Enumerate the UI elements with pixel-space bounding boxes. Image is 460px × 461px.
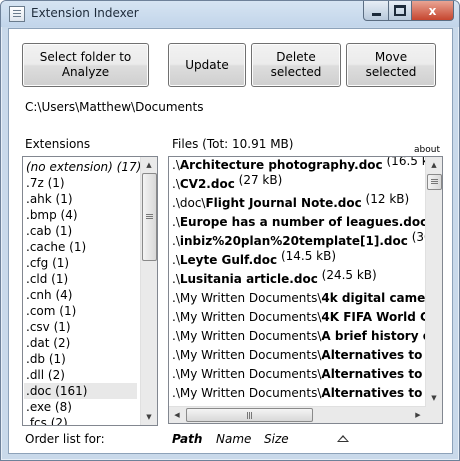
extension-item[interactable]: .bmp (4) — [26, 207, 78, 223]
move-label-2: selected — [365, 65, 417, 79]
minimize-icon — [371, 12, 381, 16]
maximize-icon — [394, 5, 406, 16]
update-label: Update — [185, 57, 229, 72]
scroll-down-arrow-icon[interactable]: ▼ — [141, 409, 157, 425]
file-name: Lusitania article.doc — [179, 272, 318, 286]
extension-item[interactable]: .csv (1) — [26, 319, 71, 335]
update-button[interactable]: Update — [168, 43, 246, 87]
maximize-button[interactable] — [388, 1, 412, 21]
file-path: .\ — [172, 158, 180, 172]
files-list[interactable]: .\Architecture photography.doc (16.5 kB)… — [168, 156, 443, 424]
extension-item[interactable]: .dat (2) — [26, 335, 70, 351]
file-path: .\ — [172, 215, 180, 229]
about-link[interactable]: about — [414, 145, 440, 155]
file-name: CV2.doc — [179, 177, 235, 191]
extensions-label: Extensions — [25, 137, 91, 151]
extension-item[interactable]: .doc (161) — [24, 383, 137, 399]
file-path: .\My Written Documents\ — [172, 291, 322, 305]
select-folder-label-1: Select folder to — [39, 50, 132, 64]
file-name: Europe has a number of leagues.doc — [179, 215, 428, 229]
file-row[interactable]: .\Leyte Gulf.doc (14.5 kB) — [172, 249, 337, 270]
move-label-1: Move — [374, 50, 408, 64]
files-vertical-scrollbar[interactable]: ▲ ▼ — [425, 157, 442, 406]
order-by-size[interactable]: Size — [264, 432, 289, 446]
app-window: Extension Indexer x Select folder to Anal… — [0, 0, 460, 461]
extensions-scrollbar[interactable]: ▲ ▼ — [140, 157, 157, 425]
scroll-left-arrow-icon[interactable]: ◀ — [169, 407, 185, 423]
files-horizontal-scrollbar[interactable]: ◀ ▶ — [169, 406, 426, 423]
extension-item[interactable]: .cfg (1) — [26, 255, 69, 271]
file-size: (24.5 kB) — [321, 268, 377, 282]
order-label: Order list for: — [25, 432, 105, 446]
scroll-up-arrow-icon[interactable]: ▲ — [426, 157, 442, 173]
scroll-down-arrow-icon[interactable]: ▼ — [426, 390, 442, 406]
extension-item[interactable]: .fcs (2) — [26, 415, 68, 425]
file-path: .\My Written Documents\ — [172, 310, 322, 324]
file-name: Architecture photography.doc — [179, 158, 383, 172]
title-bar[interactable]: Extension Indexer x — [1, 1, 459, 27]
file-path: .\ — [172, 253, 180, 267]
file-size: (14.5 kB) — [280, 249, 337, 263]
main-panel: Select folder to Analyze Update Delete sel… — [8, 28, 453, 454]
file-name: inbiz%20plan%20template[1].doc — [179, 234, 408, 248]
file-path: .\ — [172, 177, 180, 191]
app-icon — [9, 6, 25, 22]
file-row[interactable]: .\My Written Documents\A brief history o… — [172, 327, 442, 346]
sort-ascending-icon[interactable] — [337, 435, 349, 442]
extension-item[interactable]: (no extension) (17) — [26, 159, 141, 175]
order-by-name[interactable]: Name — [216, 432, 251, 446]
scroll-corner — [426, 406, 442, 423]
file-row[interactable]: .\My Written Documents\Alternatives to M… — [172, 384, 442, 403]
move-selected-button[interactable]: Move selected — [346, 43, 436, 87]
file-row[interactable]: .\Lusitania article.doc (24.5 kB) — [172, 268, 377, 289]
extension-item[interactable]: .cache (1) — [26, 239, 86, 255]
file-size: (12 kB) — [365, 192, 410, 206]
file-name: Flight Journal Note.doc — [205, 196, 362, 210]
file-row[interactable]: .\My Written Documents\4k digital camera… — [172, 289, 442, 308]
files-scroll-thumb[interactable] — [427, 174, 442, 190]
close-button[interactable]: x — [411, 1, 454, 21]
file-path: .\My Written Documents\ — [172, 348, 322, 362]
file-path: .\ — [172, 234, 180, 248]
scroll-right-arrow-icon[interactable]: ▶ — [410, 407, 426, 423]
file-path: .\My Written Documents\ — [172, 367, 322, 381]
file-path: .\ — [172, 272, 180, 286]
extension-item[interactable]: .7z (1) — [26, 175, 65, 191]
delete-selected-button[interactable]: Delete selected — [251, 43, 341, 87]
delete-label-2: selected — [270, 65, 322, 79]
file-name: Leyte Gulf.doc — [179, 253, 278, 267]
extensions-list[interactable]: (no extension) (17) .7z (1) .ahk (1) .bmp (… — [22, 156, 158, 426]
file-row[interactable]: .\Architecture photography.doc (16.5 kB) — [172, 157, 442, 175]
extension-item[interactable]: .db (1) — [26, 351, 66, 367]
extension-item[interactable]: .dll (2) — [26, 367, 65, 383]
extension-item[interactable]: .com (1) — [26, 303, 76, 319]
files-hscroll-thumb[interactable] — [186, 408, 313, 422]
file-row[interactable]: .\My Written Documents\4K FIFA World Cup… — [172, 308, 442, 327]
current-path: C:\Users\Matthew\Documents — [25, 100, 204, 114]
minimize-button[interactable] — [363, 1, 389, 21]
file-row[interactable]: .\CV2.doc (27 kB) — [172, 173, 283, 194]
scroll-up-arrow-icon[interactable]: ▲ — [141, 157, 157, 173]
extension-item[interactable]: .ahk (1) — [26, 191, 73, 207]
delete-label-1: Delete — [276, 50, 316, 64]
select-folder-button[interactable]: Select folder to Analyze — [22, 43, 149, 87]
file-size: (27 kB) — [238, 173, 283, 187]
extension-item[interactable]: .cld (1) — [26, 271, 68, 287]
file-path: .\My Written Documents\ — [172, 329, 322, 343]
file-row[interactable]: .\My Written Documents\Alternatives to M… — [172, 365, 442, 384]
file-row[interactable]: .\Europe has a number of leagues.doc (26… — [172, 211, 442, 232]
file-row[interactable]: .\My Written Documents\Alternatives to M… — [172, 346, 442, 365]
extensions-scroll-thumb[interactable] — [142, 173, 157, 261]
window-title: Extension Indexer — [31, 6, 139, 20]
extension-item[interactable]: .exe (8) — [26, 399, 72, 415]
order-by-path[interactable]: Path — [172, 432, 202, 446]
extension-item[interactable]: .cnh (4) — [26, 287, 72, 303]
close-icon: x — [428, 3, 437, 18]
file-path: .\doc\ — [172, 196, 206, 210]
extension-item[interactable]: .cab (1) — [26, 223, 72, 239]
select-folder-label-2: Analyze — [61, 65, 110, 79]
files-label: Files (Tot: 10.91 MB) — [172, 137, 294, 151]
file-path: .\My Written Documents\ — [172, 386, 322, 400]
file-row[interactable]: .\doc\Flight Journal Note.doc (12 kB) — [172, 192, 410, 213]
